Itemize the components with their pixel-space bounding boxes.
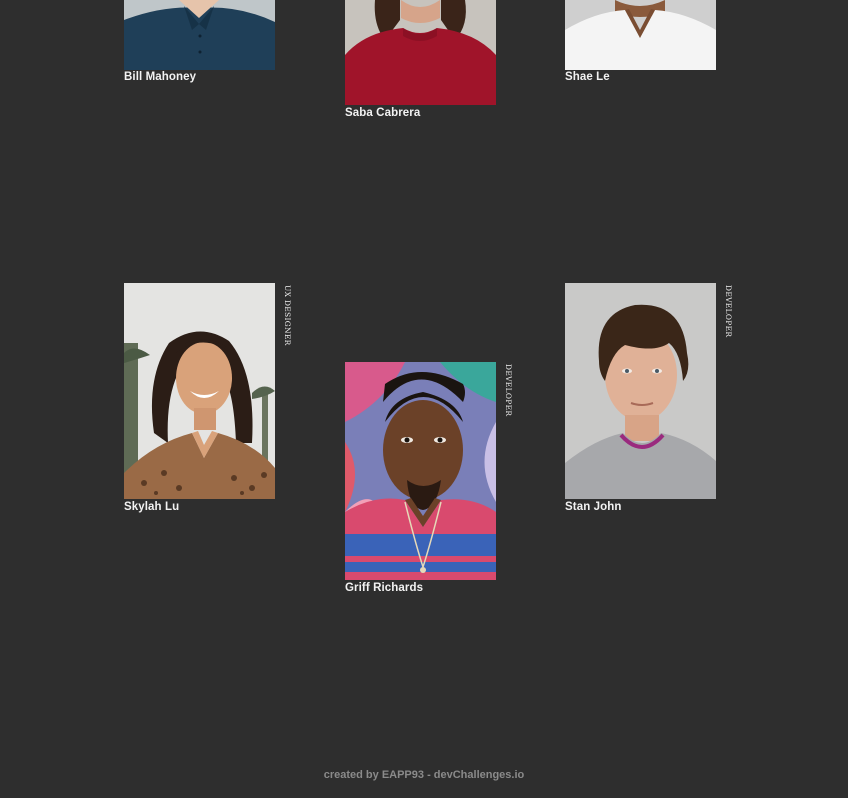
team-member-role: DEVELOPER [724, 285, 733, 338]
stan-photo [565, 283, 716, 499]
team-card-skylah: Skylah Lu UX DESIGNER [124, 283, 292, 513]
team-member-name: Saba Cabrera [345, 107, 421, 119]
saba-photo [345, 0, 496, 105]
team-member-name: Shae Le [565, 71, 610, 83]
griff-photo [345, 362, 496, 580]
bill-photo [124, 0, 275, 70]
shae-photo [565, 0, 716, 70]
team-card-bill: Bill Mahoney [124, 0, 275, 83]
team-member-name: Skylah Lu [124, 501, 180, 513]
team-member-role: UX DESIGNER [283, 285, 292, 346]
team-member-role: DEVELOPER [504, 364, 513, 417]
team-member-name: Griff Richards [345, 582, 424, 594]
footer-credit: created by EAPP93 - devChallenges.io [323, 769, 525, 781]
team-card-stan: Stan John DEVELOPER [565, 283, 733, 513]
team-card-saba: Saba Cabrera [345, 0, 496, 119]
skylah-photo [124, 283, 275, 499]
team-member-name: Stan John [565, 501, 622, 513]
team-card-shae: Shae Le [565, 0, 716, 83]
team-card-griff: Griff Richards DEVELOPER [345, 362, 513, 594]
team-member-name: Bill Mahoney [124, 71, 197, 83]
